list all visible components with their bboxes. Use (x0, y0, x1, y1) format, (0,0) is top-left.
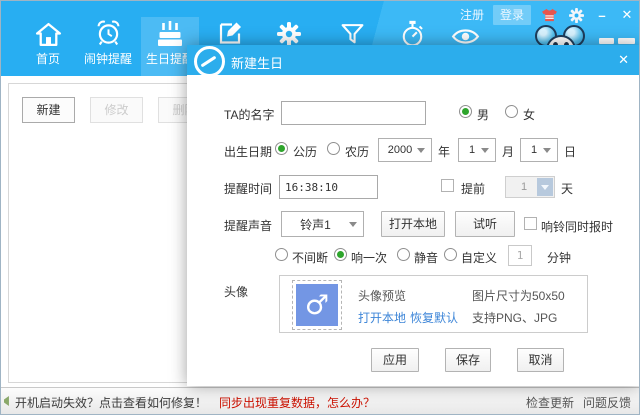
minimize-button[interactable]: – (594, 8, 610, 23)
ring-mute-label: 静音 (414, 249, 438, 266)
avatar-restore-link[interactable]: 恢复默认 (410, 309, 458, 326)
solar-label: 公历 (293, 143, 317, 160)
ring-once-label: 响一次 (351, 249, 387, 266)
funnel-icon (340, 17, 365, 47)
skin-icon[interactable] (540, 7, 558, 23)
nav-tab-alarm[interactable]: 闹钟提醒 (68, 17, 148, 76)
female-radio[interactable] (505, 105, 518, 118)
name-input[interactable] (281, 101, 426, 125)
new-birthday-dialog: 新建生日 ✕ TA的名字 男 女 出生日期 公历 农历 2000 年 1 月 1… (187, 45, 640, 386)
chime-label: 响铃同时报时 (541, 218, 613, 235)
status-bar: 开机启动失效？点击查看如何修复！ 同步出现重复数据，怎么办？ 检查更新 问题反馈 (1, 387, 640, 414)
login-link[interactable]: 登录 (493, 5, 531, 25)
cancel-button[interactable]: 取消 (517, 348, 564, 372)
ringtone-select[interactable]: 铃声1 (281, 211, 364, 237)
preview-button[interactable]: 试听 (455, 211, 515, 237)
new-button[interactable]: 新建 (22, 97, 75, 123)
titlebar-controls: 注册 登录 – ✕ (460, 5, 635, 25)
lunar-label: 农历 (345, 143, 369, 160)
custom-minutes-unit: 分钟 (547, 249, 571, 266)
nav-tab-label: 闹钟提醒 (84, 50, 132, 67)
dialog-titlebar: 新建生日 ✕ (187, 45, 640, 75)
avatar-format-note: 支持PNG、JPG (472, 309, 557, 326)
avatar-label: 头像 (224, 283, 248, 300)
gear-icon (276, 17, 302, 47)
mascot-caption-fragment (618, 38, 635, 44)
save-button[interactable]: 保存 (445, 348, 491, 372)
advance-label: 提前 (461, 180, 485, 197)
announcement-icon (4, 396, 13, 406)
settings-gear-icon[interactable] (567, 7, 585, 23)
month-select[interactable]: 1 (458, 138, 496, 162)
app-window: 注册 登录 – ✕ 首页 闹钟提醒 (0, 0, 640, 415)
note-icon (217, 17, 243, 47)
day-unit: 日 (564, 143, 576, 160)
avatar-preview: ♂ (292, 280, 342, 330)
avatar-preview-label: 头像预览 (358, 287, 406, 304)
nav-tab-label: 首页 (36, 50, 60, 67)
remind-time-input[interactable] (279, 175, 378, 199)
advance-unit: 天 (561, 180, 573, 197)
dialog-close-button[interactable]: ✕ (618, 52, 629, 68)
ring-continuous-radio[interactable] (275, 248, 288, 261)
feedback-link[interactable]: 问题反馈 (583, 394, 631, 411)
male-radio[interactable] (459, 105, 472, 118)
dialog-title: 新建生日 (231, 53, 283, 72)
stopwatch-icon (400, 17, 425, 47)
ring-continuous-label: 不间断 (292, 249, 328, 266)
year-select[interactable]: 2000 (378, 138, 432, 162)
advance-checkbox[interactable] (441, 179, 454, 192)
advance-days-select: 1 (505, 176, 555, 198)
birthday-cake-icon (156, 17, 184, 47)
ring-custom-radio[interactable] (444, 248, 457, 261)
month-unit: 月 (502, 143, 514, 160)
mascot-caption-fragment (599, 38, 614, 44)
clock-icon (194, 46, 225, 75)
solar-radio[interactable] (275, 142, 288, 155)
year-unit: 年 (438, 143, 450, 160)
chime-checkbox[interactable] (524, 217, 537, 230)
sound-open-local-button[interactable]: 打开本地 (381, 211, 445, 237)
sync-duplicate-tip[interactable]: 同步出现重复数据，怎么办？ (219, 394, 375, 411)
boot-fix-tip[interactable]: 开机启动失效？点击查看如何修复！ (15, 394, 207, 411)
avatar-size-note: 图片尺寸为50x50 (472, 287, 565, 304)
modify-button: 修改 (90, 97, 143, 123)
avatar-open-local-link[interactable]: 打开本地 (358, 309, 406, 326)
ring-mute-radio[interactable] (397, 248, 410, 261)
register-link[interactable]: 注册 (460, 6, 484, 24)
name-label: TA的名字 (224, 106, 274, 123)
home-icon (35, 17, 62, 47)
custom-minutes-input (508, 245, 532, 266)
day-select[interactable]: 1 (520, 138, 558, 162)
ring-custom-label: 自定义 (461, 249, 497, 266)
remind-time-label: 提醒时间 (224, 180, 272, 197)
sound-label: 提醒声音 (224, 217, 272, 234)
avatar-panel: ♂ 头像预览 打开本地 恢复默认 图片尺寸为50x50 支持PNG、JPG (279, 275, 588, 333)
window-close-button[interactable]: ✕ (619, 7, 635, 23)
lunar-radio[interactable] (327, 142, 340, 155)
male-label: 男 (477, 106, 489, 123)
female-label: 女 (523, 106, 535, 123)
check-update-link[interactable]: 检查更新 (526, 394, 574, 411)
apply-button[interactable]: 应用 (371, 348, 419, 372)
alarm-clock-icon (95, 17, 122, 47)
ring-once-radio[interactable] (334, 248, 347, 261)
male-symbol-icon: ♂ (296, 284, 338, 326)
birthdate-label: 出生日期 (224, 143, 272, 160)
